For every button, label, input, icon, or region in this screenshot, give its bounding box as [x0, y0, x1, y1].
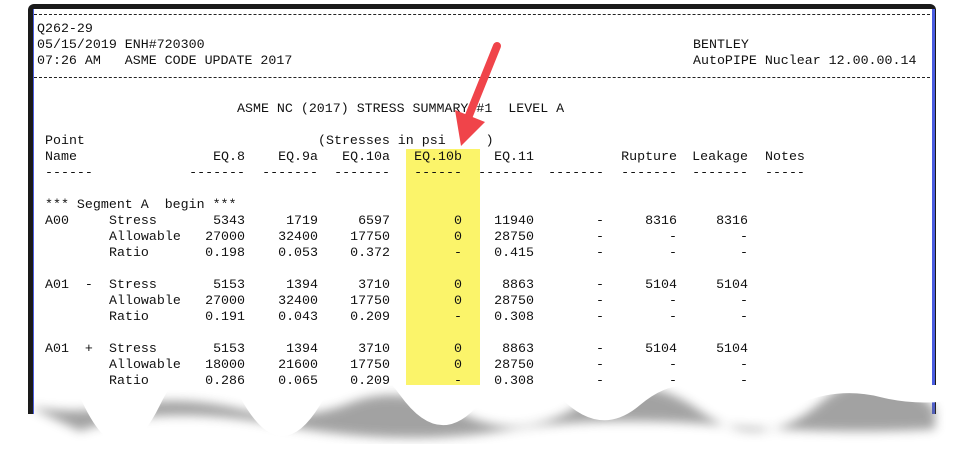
arrow-icon [455, 42, 501, 146]
